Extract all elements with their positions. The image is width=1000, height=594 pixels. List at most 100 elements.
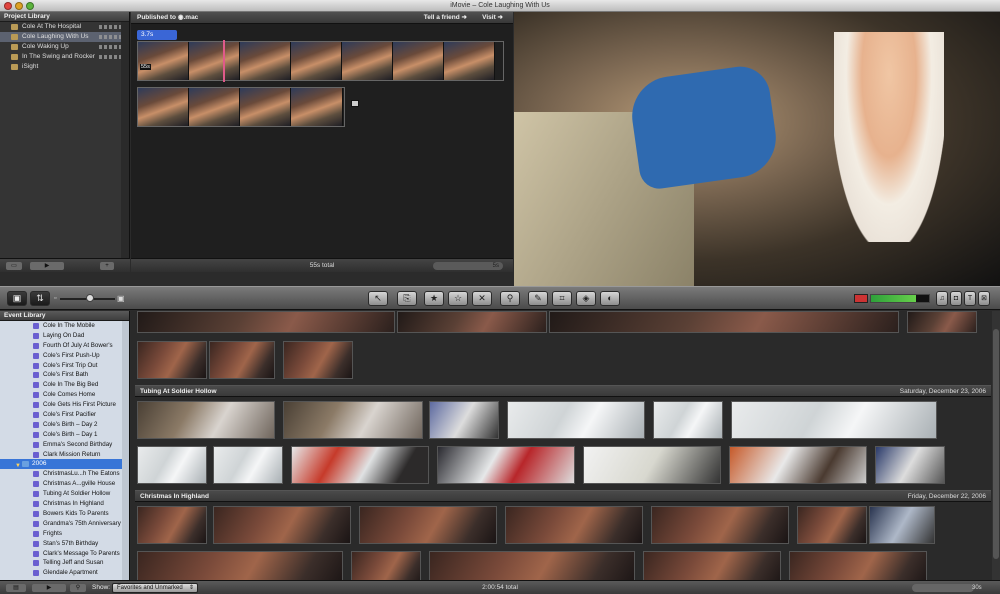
event-clip[interactable] [351,551,421,580]
project-item[interactable]: iSight [0,62,129,72]
event-item[interactable]: Cole's First Bath [0,370,129,380]
event-clip[interactable] [283,401,423,439]
event-item[interactable]: Cole's First Pacifier [0,410,129,420]
project-clip-row-2[interactable] [137,87,345,127]
event-item[interactable]: Stan's 57th Birthday [0,539,129,549]
project-library-scrollbar[interactable] [121,22,129,272]
event-clip[interactable] [651,506,789,544]
event-item[interactable]: Cole's First Push-Up [0,351,129,361]
add-project-icon[interactable]: + [100,262,114,270]
event-zoom-slider[interactable] [912,584,974,592]
event-item[interactable]: Christmas A...gville House [0,479,129,489]
event-clip[interactable] [291,446,429,484]
music-browser-icon[interactable]: ♫ [936,291,948,306]
clip-frame[interactable] [189,42,240,80]
event-clip[interactable] [907,311,977,333]
event-clip[interactable] [789,551,927,580]
keyword-icon[interactable]: ⚲ [500,291,520,306]
visit-link[interactable]: Visit ➜ [482,12,503,24]
clip-frame[interactable] [240,42,291,80]
event-item[interactable]: Telling Jeff and Susan [0,558,129,568]
event-item[interactable]: Cole In The Big Bed [0,380,129,390]
event-clip[interactable] [549,311,899,333]
event-library-scrollbar[interactable] [122,321,129,580]
clip-frame[interactable] [138,88,189,126]
event-clip[interactable] [437,446,575,484]
project-item[interactable]: Cole Waking Up [0,42,129,52]
swap-panes-icon[interactable]: ⇅ [30,291,50,306]
zoom-window-button[interactable] [26,2,34,10]
event-clip[interactable] [643,551,781,580]
photo-browser-icon[interactable]: ◘ [950,291,962,306]
event-clip[interactable] [137,311,395,333]
event-clip[interactable] [731,401,937,439]
event-clip[interactable] [209,341,275,379]
event-clip[interactable] [507,401,645,439]
select-arrow-icon[interactable]: ↖ [368,291,388,306]
event-item[interactable]: Frights [0,529,129,539]
title-browser-icon[interactable]: T [964,291,976,306]
show-event-list-icon[interactable]: ▤ [6,584,26,592]
project-clip-row-1[interactable] [137,41,504,81]
play-event-icon[interactable]: ▶ [32,584,66,592]
event-browser-scrollbar[interactable] [992,311,1000,580]
mark-favorite-icon[interactable]: ★ [424,291,444,306]
event-clip[interactable] [213,506,351,544]
reject-icon[interactable]: ✕ [472,291,492,306]
event-item[interactable]: Clark Mission Return [0,450,129,460]
clip-frame[interactable] [291,42,342,80]
show-filter-select[interactable]: Favorites and Unmarked ⇕ [112,583,198,593]
clip-frame[interactable] [342,42,393,80]
event-item[interactable]: Cole's First Trip Out [0,361,129,371]
event-item[interactable]: Laying On Dad [0,331,129,341]
clip-frame[interactable] [138,42,189,80]
event-clip[interactable] [137,401,275,439]
project-item-selected[interactable]: Cole Laughing With Us [0,32,129,42]
event-clip[interactable] [137,446,207,484]
year-folder-2006[interactable]: ▼ 2006 [0,459,129,470]
eyedropper-icon[interactable]: ✎ [528,291,548,306]
event-browser-scroll-thumb[interactable] [993,329,999,559]
event-item[interactable]: Cole Comes Home [0,390,129,400]
clip-frame[interactable] [291,88,343,126]
event-clip[interactable] [137,551,343,580]
event-item[interactable]: Fourth Of July At Bower's [0,341,129,351]
clip-frame[interactable] [240,88,291,126]
minimize-window-button[interactable] [15,2,23,10]
event-item[interactable]: Cole's Birth – Day 2 [0,420,129,430]
event-item[interactable]: Cole's Birth – Day 1 [0,430,129,440]
event-clip[interactable] [505,506,643,544]
event-clip[interactable] [797,506,867,544]
clip-frame[interactable] [393,42,444,80]
event-clip[interactable] [653,401,723,439]
event-item[interactable]: ChristmasLu...h The Eatons [0,469,129,479]
event-item[interactable]: Cole In The Mobile [0,321,129,331]
event-item[interactable]: Glendale Apartment [0,568,129,578]
event-clip[interactable] [137,341,207,379]
show-events-icon[interactable]: ▭ [6,262,22,270]
camera-import-icon[interactable]: ▣ [7,291,27,306]
transition-browser-icon[interactable]: ⊠ [978,291,990,306]
event-clip[interactable] [359,506,497,544]
audio-skimming-icon[interactable] [854,294,868,303]
event-clip[interactable] [583,446,721,484]
event-item[interactable]: Grandma's 75th Anniversary [0,519,129,529]
clip-settings-icon[interactable] [351,100,359,107]
event-clip[interactable] [429,401,499,439]
event-clip[interactable] [213,446,283,484]
video-adjust-icon[interactable]: ◐ [600,291,620,306]
clip-frame[interactable] [444,42,495,80]
event-clip[interactable] [429,551,635,580]
event-clip[interactable] [869,506,935,544]
event-clip[interactable] [729,446,867,484]
crop-icon[interactable]: ⌗ [552,291,572,306]
tell-a-friend-link[interactable]: Tell a friend ➜ [424,12,467,24]
video-viewer[interactable] [514,12,1000,286]
event-item[interactable]: Christmas In Highland [0,499,129,509]
event-clip[interactable] [283,341,353,379]
add-to-project-icon[interactable]: ⎘ [397,291,417,306]
event-item[interactable]: Cole Gets His First Picture [0,400,129,410]
event-item[interactable]: Tubing At Soldier Hollow [0,489,129,499]
event-clip[interactable] [137,506,207,544]
unmark-icon[interactable]: ☆ [448,291,468,306]
